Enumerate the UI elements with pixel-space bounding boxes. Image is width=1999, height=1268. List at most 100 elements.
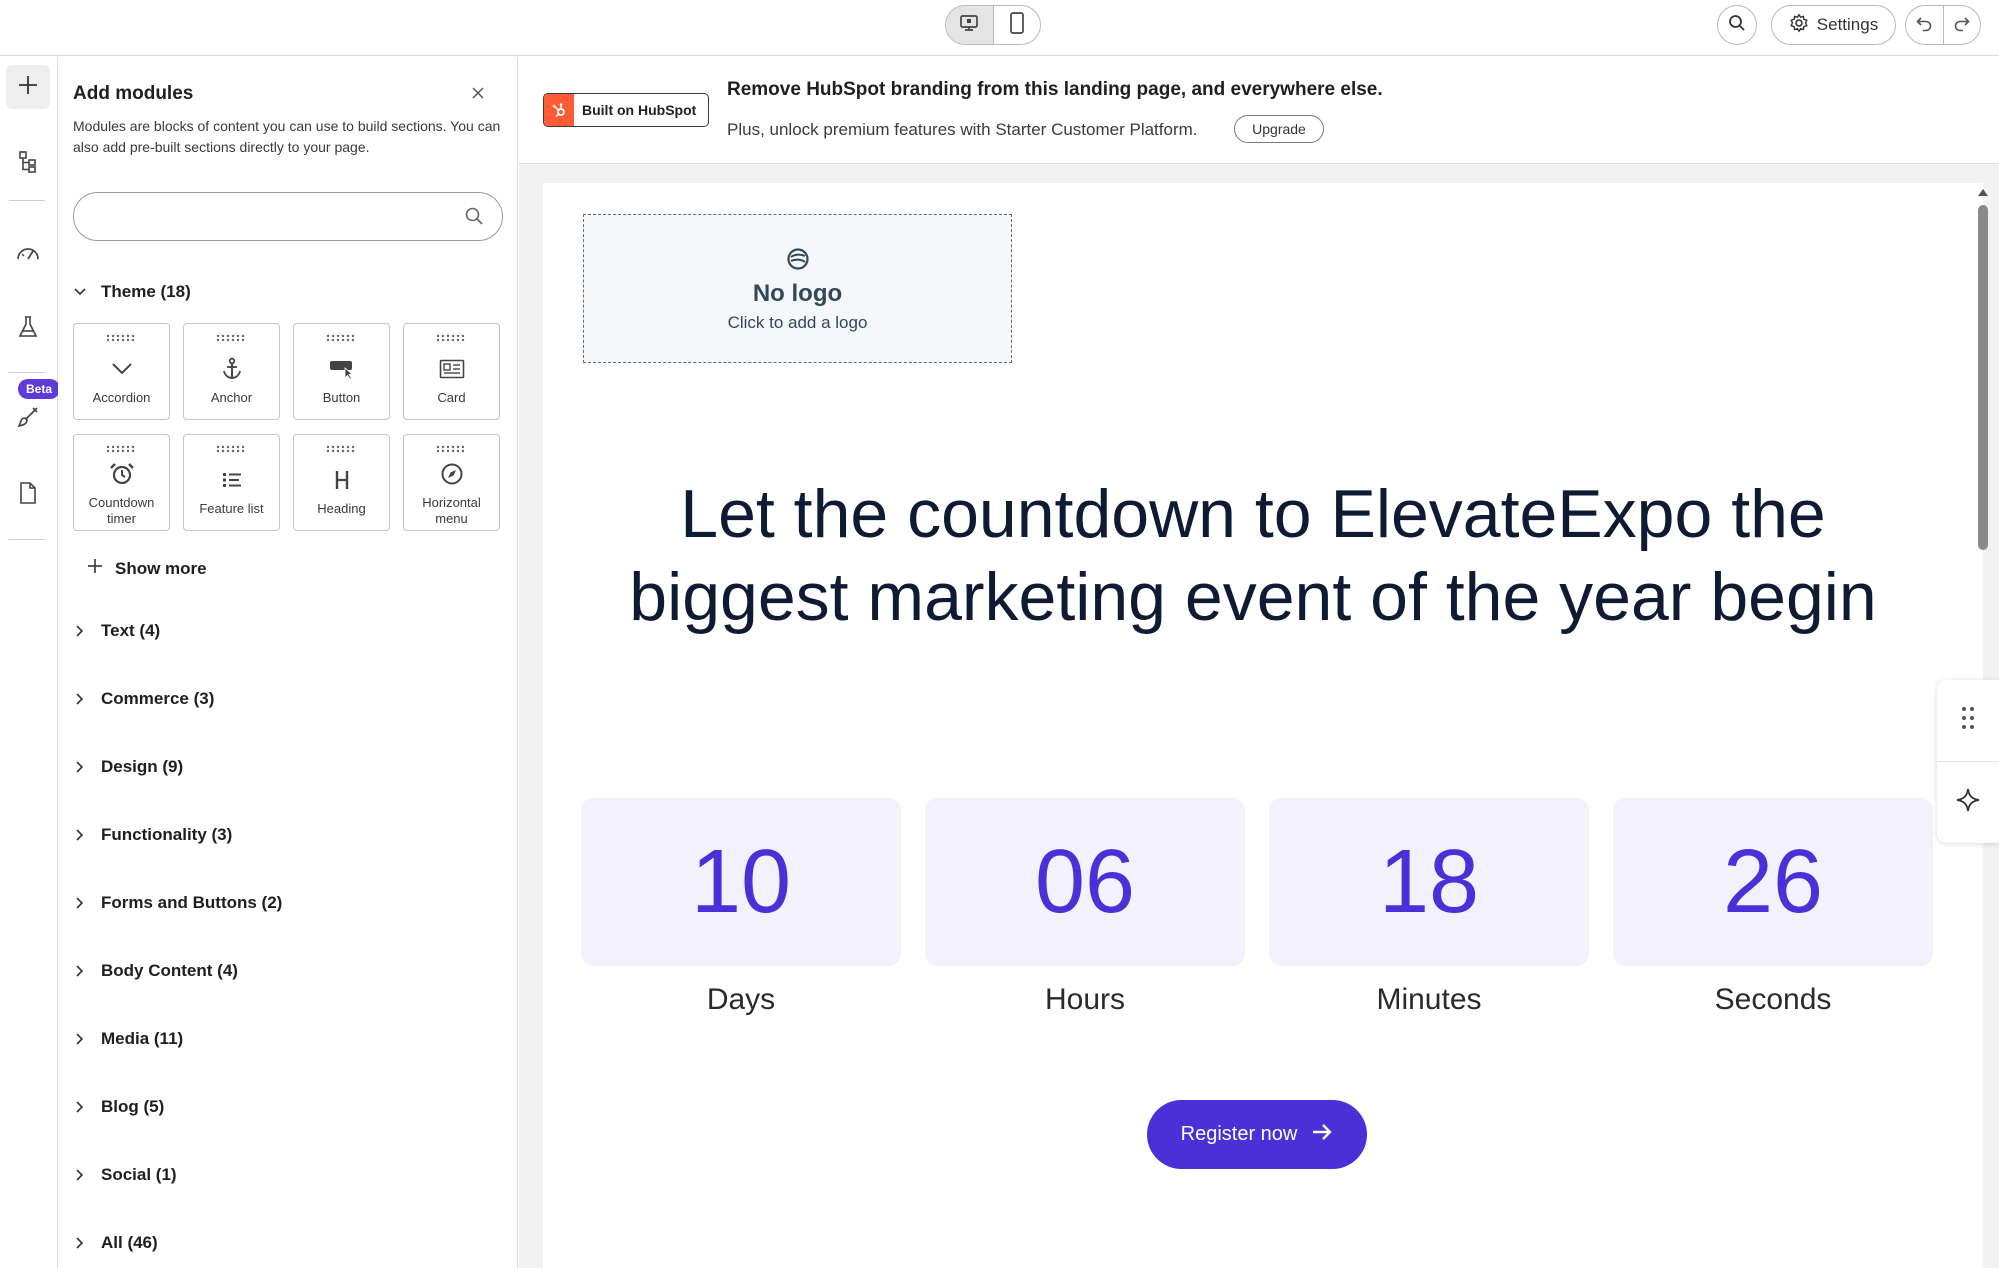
module-label: Button	[322, 390, 361, 405]
countdown-timer[interactable]: 10 Days 06 Hours 18 Minutes 26 Seconds	[581, 798, 1933, 1016]
undo-button[interactable]	[1906, 6, 1943, 44]
scroll-up-arrow-icon[interactable]	[1978, 189, 1988, 196]
rail-add-button[interactable]	[6, 65, 50, 109]
search-button[interactable]	[1717, 5, 1757, 45]
floating-side-tools	[1937, 680, 1999, 843]
module-tile-feature-list[interactable]: Feature list	[183, 434, 280, 531]
settings-button[interactable]: Settings	[1771, 5, 1896, 45]
show-more-label: Show more	[115, 558, 207, 578]
countdown-hours-box: 06	[925, 798, 1245, 966]
category-blog[interactable]: Blog (5)	[73, 1092, 164, 1122]
register-now-button[interactable]: Register now	[1147, 1100, 1367, 1169]
card-icon	[404, 356, 499, 382]
module-tile-anchor[interactable]: Anchor	[183, 323, 280, 420]
category-functionality[interactable]: Functionality (3)	[73, 820, 232, 850]
mobile-preview-button[interactable]	[992, 6, 1041, 44]
drag-section-button[interactable]	[1937, 680, 1999, 760]
category-label: Functionality (3)	[101, 825, 233, 844]
module-tile-horizontal-menu[interactable]: Horizontal menu	[403, 434, 500, 531]
alarm-clock-icon	[74, 461, 169, 487]
module-tile-button[interactable]: Button	[293, 323, 390, 420]
compass-icon	[404, 461, 499, 487]
category-label: Body Content (4)	[101, 961, 238, 980]
rail-optimize-button[interactable]	[6, 233, 50, 277]
module-label: Horizontal menu	[422, 495, 481, 526]
left-rail: Beta	[0, 57, 61, 1268]
countdown-seconds-box: 26	[1613, 798, 1933, 966]
category-label: Social (1)	[101, 1165, 177, 1184]
category-body-content[interactable]: Body Content (4)	[73, 956, 238, 986]
desktop-preview-button[interactable]	[946, 6, 993, 44]
redo-button[interactable]	[1942, 6, 1981, 44]
module-label: Heading	[317, 501, 366, 516]
category-theme[interactable]: Theme (18)	[73, 277, 191, 307]
module-tile-accordion[interactable]: Accordion	[73, 323, 170, 420]
drag-handle-icon	[106, 334, 135, 342]
rail-layers-button[interactable]	[6, 142, 50, 186]
drag-handle-icon	[106, 445, 135, 453]
upgrade-button[interactable]: Upgrade	[1234, 115, 1324, 143]
countdown-label: Minutes	[1376, 983, 1482, 1016]
upgrade-banner: Built on HubSpot Remove HubSpot branding…	[519, 57, 1999, 164]
rail-pages-button[interactable]	[6, 473, 50, 517]
ai-assist-button[interactable]	[1937, 762, 1999, 842]
drag-handle-icon	[436, 445, 465, 453]
page-editor: Settings Beta Add modules Modules are bl…	[0, 0, 1999, 1268]
sparkle-icon	[1955, 787, 1981, 818]
logo-placeholder[interactable]: No logo Click to add a logo	[583, 214, 1012, 363]
grip-dots-icon	[1961, 706, 1975, 735]
device-preview-toggle	[945, 5, 1041, 45]
monitor-icon	[959, 13, 979, 38]
category-text[interactable]: Text (4)	[73, 616, 160, 646]
category-forms-and-buttons[interactable]: Forms and Buttons (2)	[73, 888, 282, 918]
module-tile-heading[interactable]: Heading	[293, 434, 390, 531]
countdown-label: Days	[706, 983, 776, 1016]
rail-design-button[interactable]	[6, 397, 50, 441]
beta-badge: Beta	[18, 379, 61, 399]
flask-icon	[17, 315, 39, 344]
landing-page-preview: No logo Click to add a logo Let the coun…	[543, 183, 1983, 1268]
search-icon	[464, 206, 484, 231]
module-tile-card[interactable]: Card	[403, 323, 500, 420]
category-label: Text (4)	[101, 621, 161, 640]
rail-divider	[9, 200, 45, 201]
page-headline[interactable]: Let the countdown to ElevateExpo the big…	[583, 473, 1923, 639]
show-more-button[interactable]: Show more	[87, 558, 207, 579]
chevron-right-icon	[73, 1100, 87, 1114]
module-label: Countdown timer	[88, 495, 155, 526]
category-label: Forms and Buttons (2)	[101, 893, 283, 912]
category-media[interactable]: Media (11)	[73, 1024, 183, 1054]
drag-handle-icon	[326, 445, 355, 453]
register-label: Register now	[1180, 1123, 1298, 1145]
rail-test-button[interactable]	[6, 307, 50, 351]
banner-title: Remove HubSpot branding from this landin…	[727, 79, 1383, 100]
chevron-right-icon	[73, 760, 87, 774]
undo-icon	[1915, 14, 1933, 37]
close-panel-button[interactable]	[466, 83, 490, 107]
drag-handle-icon	[216, 334, 245, 342]
countdown-value: 26	[1722, 831, 1824, 932]
drag-handle-icon	[216, 445, 245, 453]
module-tile-countdown-timer[interactable]: Countdown timer	[73, 434, 170, 531]
top-toolbar: Settings	[0, 0, 1999, 56]
gear-icon	[1789, 13, 1809, 38]
module-label: Feature list	[199, 501, 264, 516]
category-all[interactable]: All (46)	[73, 1228, 158, 1258]
countdown-label: Hours	[1044, 983, 1126, 1016]
module-label: Anchor	[210, 390, 253, 405]
arrow-right-icon	[1311, 1123, 1333, 1147]
countdown-label: Seconds	[1714, 983, 1832, 1016]
chevron-right-icon	[73, 896, 87, 910]
redo-icon	[1953, 14, 1971, 37]
module-label: Card	[437, 390, 466, 405]
category-design[interactable]: Design (9)	[73, 752, 183, 782]
module-label: Accordion	[92, 390, 151, 405]
scroll-thumb[interactable]	[1978, 205, 1988, 550]
category-commerce[interactable]: Commerce (3)	[73, 684, 214, 714]
countdown-value: 18	[1378, 831, 1480, 932]
panel-title: Add modules	[73, 83, 194, 104]
category-social[interactable]: Social (1)	[73, 1160, 177, 1190]
module-search-input[interactable]	[92, 205, 452, 229]
list-icon	[184, 467, 279, 493]
badge-label: Built on HubSpot	[582, 102, 697, 118]
